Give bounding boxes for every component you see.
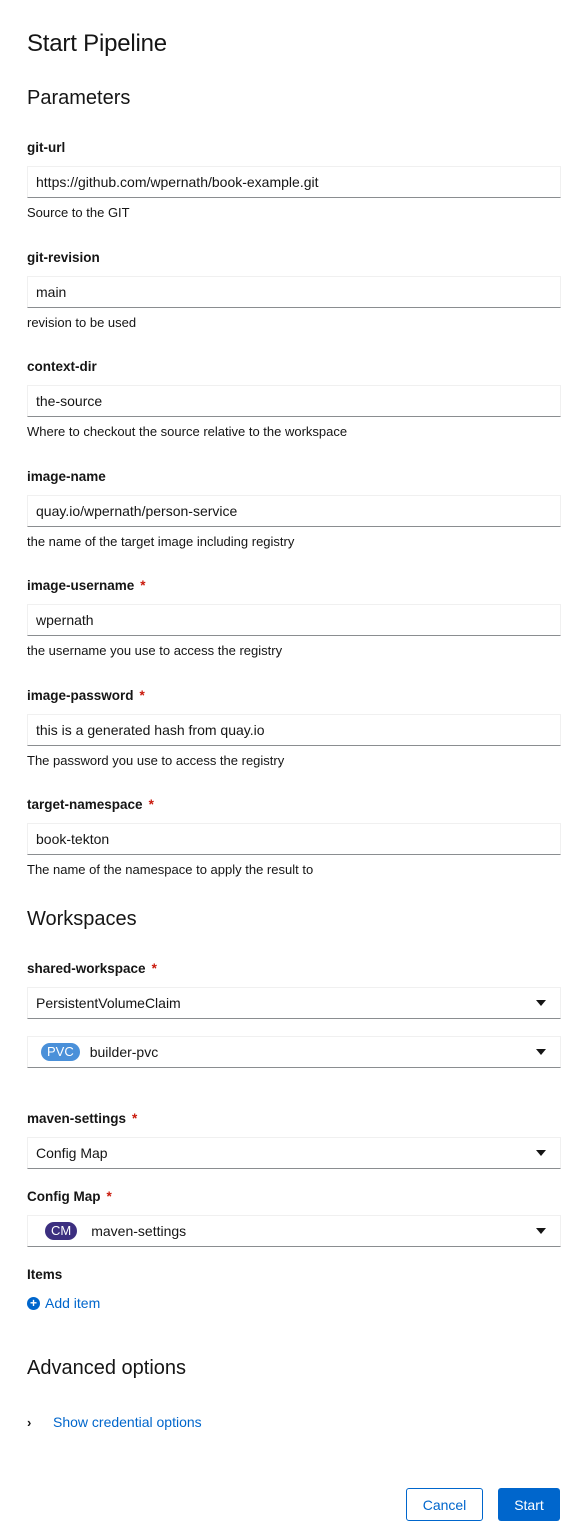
plus-circle-icon: + (27, 1296, 40, 1310)
image-name-label: image-name (27, 469, 106, 484)
caret-down-icon (536, 1000, 546, 1006)
page-title: Start Pipeline (27, 30, 167, 57)
context-dir-helper: Where to checkout the source relative to… (27, 424, 348, 439)
cm-badge: CM (45, 1222, 78, 1240)
shared-workspace-type-select[interactable]: PersistentVolumeClaim (27, 987, 561, 1019)
caret-down-icon (536, 1150, 546, 1156)
image-password-label: image-password * (27, 688, 145, 703)
config-map-value: maven-settings (91, 1223, 187, 1239)
required-mark: * (132, 1111, 138, 1126)
cancel-button[interactable]: Cancel (406, 1488, 483, 1521)
pvc-badge: PVC (41, 1043, 80, 1061)
git-revision-label: git-revision (27, 250, 100, 265)
target-namespace-input[interactable]: book-tekton (27, 823, 561, 855)
image-username-input[interactable]: wpernath (27, 604, 561, 636)
target-namespace-helper: The name of the namespace to apply the r… (27, 862, 314, 877)
target-namespace-label: target-namespace * (27, 797, 154, 812)
maven-settings-type-select[interactable]: Config Map (27, 1137, 561, 1169)
image-password-helper: The password you use to access the regis… (27, 753, 285, 768)
git-revision-input[interactable]: main (27, 276, 561, 308)
shared-workspace-pvc-select[interactable]: PVC builder-pvc (27, 1036, 561, 1068)
config-map-select[interactable]: CM maven-settings (27, 1215, 561, 1247)
parameters-heading: Parameters (27, 87, 131, 109)
required-mark: * (140, 578, 146, 593)
advanced-options-heading: Advanced options (27, 1357, 187, 1379)
git-url-input[interactable]: https://github.com/wpernath/book-example… (27, 166, 561, 198)
shared-workspace-type-value: PersistentVolumeClaim (36, 995, 181, 1011)
image-username-label: image-username * (27, 578, 146, 593)
git-url-label: git-url (27, 140, 66, 155)
required-mark: * (106, 1189, 112, 1204)
start-button[interactable]: Start (498, 1488, 560, 1521)
maven-settings-label: maven-settings * (27, 1111, 138, 1126)
image-name-helper: the name of the target image including r… (27, 534, 295, 549)
git-url-helper: Source to the GIT (27, 205, 130, 220)
maven-settings-type-value: Config Map (36, 1145, 108, 1161)
image-username-helper: the username you use to access the regis… (27, 643, 283, 658)
chevron-right-icon: › (27, 1414, 32, 1430)
context-dir-input[interactable]: the-source (27, 385, 561, 417)
context-dir-label: context-dir (27, 359, 97, 374)
git-revision-helper: revision to be used (27, 315, 137, 330)
shared-workspace-pvc-value: builder-pvc (89, 1044, 159, 1060)
required-mark: * (151, 961, 157, 976)
config-map-label: Config Map * (27, 1189, 112, 1204)
caret-down-icon (536, 1049, 546, 1055)
required-mark: * (148, 797, 154, 812)
add-item-button[interactable]: + Add item (27, 1295, 100, 1311)
shared-workspace-label: shared-workspace * (27, 961, 157, 976)
image-password-input[interactable]: this is a generated hash from quay.io (27, 714, 561, 746)
caret-down-icon (536, 1228, 546, 1234)
show-credential-options-label: Show credential options (53, 1414, 202, 1430)
add-item-label: Add item (45, 1295, 101, 1311)
workspaces-heading: Workspaces (27, 908, 137, 930)
items-label: Items (27, 1267, 63, 1282)
required-mark: * (139, 688, 145, 703)
show-credential-options-toggle[interactable]: › Show credential options (27, 1414, 202, 1430)
image-name-input[interactable]: quay.io/wpernath/person-service (27, 495, 561, 527)
